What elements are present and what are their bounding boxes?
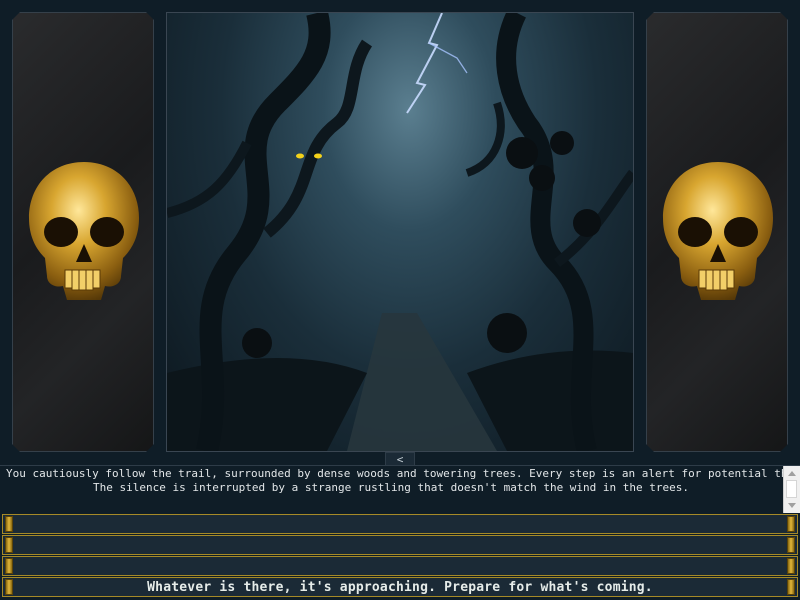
scroll-up-arrow-icon[interactable] xyxy=(788,471,796,476)
glowing-eyes-left xyxy=(296,153,304,159)
gold-cap-right xyxy=(787,516,795,532)
choice-button-4[interactable]: Whatever is there, it's approaching. Pre… xyxy=(2,577,798,597)
lightning-bolt xyxy=(406,13,443,114)
dark-forest-image xyxy=(167,13,633,451)
narrative-panel: You cautiously follow the trail, surroun… xyxy=(0,465,800,513)
choice-button-2[interactable] xyxy=(2,535,798,555)
gold-cap-right xyxy=(787,579,795,595)
narrative-text: You cautiously follow the trail, surroun… xyxy=(6,467,800,495)
golden-skull-icon xyxy=(23,158,145,308)
left-side-panel xyxy=(12,12,154,452)
gold-cap-right xyxy=(787,537,795,553)
choice-label xyxy=(17,536,783,554)
gold-cap-left xyxy=(5,537,13,553)
gold-cap-left xyxy=(5,516,13,532)
narrative-line-1: You cautiously follow the trail, surroun… xyxy=(6,467,800,480)
narrative-scrollbar[interactable] xyxy=(783,466,800,513)
right-side-panel xyxy=(646,12,788,452)
choice-label xyxy=(17,557,783,575)
scroll-thumb[interactable] xyxy=(786,480,797,498)
gold-cap-left xyxy=(5,579,13,595)
choice-label: Whatever is there, it's approaching. Pre… xyxy=(147,580,653,595)
scroll-down-arrow-icon[interactable] xyxy=(788,503,796,508)
choice-button-1[interactable] xyxy=(2,514,798,534)
collapse-toggle-button[interactable]: < xyxy=(385,452,415,466)
choice-button-3[interactable] xyxy=(2,556,798,576)
scene-illustration xyxy=(166,12,634,452)
choice-label xyxy=(17,515,783,533)
gold-cap-left xyxy=(5,558,13,574)
golden-skull-icon xyxy=(657,158,779,308)
glowing-eyes-right xyxy=(314,153,322,159)
narrative-line-2: The silence is interrupted by a strange … xyxy=(92,481,690,494)
gold-cap-right xyxy=(787,558,795,574)
